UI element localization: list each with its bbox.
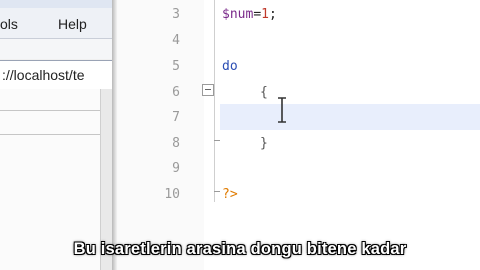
browser-menubar: ols Help	[0, 8, 112, 39]
line-number: 10	[164, 187, 180, 202]
address-bar[interactable]: ://localhost/te	[0, 60, 112, 90]
line-number: 7	[172, 110, 180, 125]
code-line[interactable]: $num=1;	[222, 7, 277, 22]
fold-end-marker	[214, 140, 220, 141]
code-operator: =	[253, 7, 262, 22]
line-number: 3	[172, 7, 180, 22]
line-number: 6	[172, 85, 180, 100]
browser-window: ols Help ://localhost/te	[0, 0, 113, 270]
code-variable: $num	[222, 7, 254, 22]
menu-help[interactable]: Help	[58, 16, 87, 32]
content-divider	[0, 110, 100, 111]
address-url[interactable]: ://localhost/te	[2, 67, 85, 83]
code-terminator: ;	[268, 7, 277, 22]
php-close-tag[interactable]: ?>	[222, 187, 238, 202]
line-number: 9	[172, 161, 180, 176]
code-number: 1	[261, 7, 269, 22]
code-close-brace[interactable]: }	[260, 136, 268, 151]
browser-toolbar	[0, 39, 112, 59]
line-number: 5	[172, 59, 180, 74]
fold-column	[204, 0, 214, 270]
fold-guide	[214, 0, 215, 202]
line-number: 8	[172, 136, 180, 151]
code-editor[interactable]: 3 4 5 6 7 8 9 10 $num=1; do { } ?>	[118, 0, 480, 270]
video-subtitle: Bu isaretlerin arasina dongu bitene kada…	[73, 240, 407, 258]
code-keyword-do[interactable]: do	[222, 59, 238, 74]
current-line-highlight	[220, 104, 480, 130]
fold-collapse-icon[interactable]	[202, 84, 214, 96]
text-cursor-icon	[278, 97, 286, 123]
fold-end-marker	[214, 191, 220, 192]
content-divider	[0, 134, 100, 135]
browser-title-strip	[0, 0, 112, 8]
code-open-brace[interactable]: {	[260, 85, 268, 100]
menu-tools[interactable]: ols	[0, 16, 18, 32]
line-number: 4	[172, 33, 180, 48]
